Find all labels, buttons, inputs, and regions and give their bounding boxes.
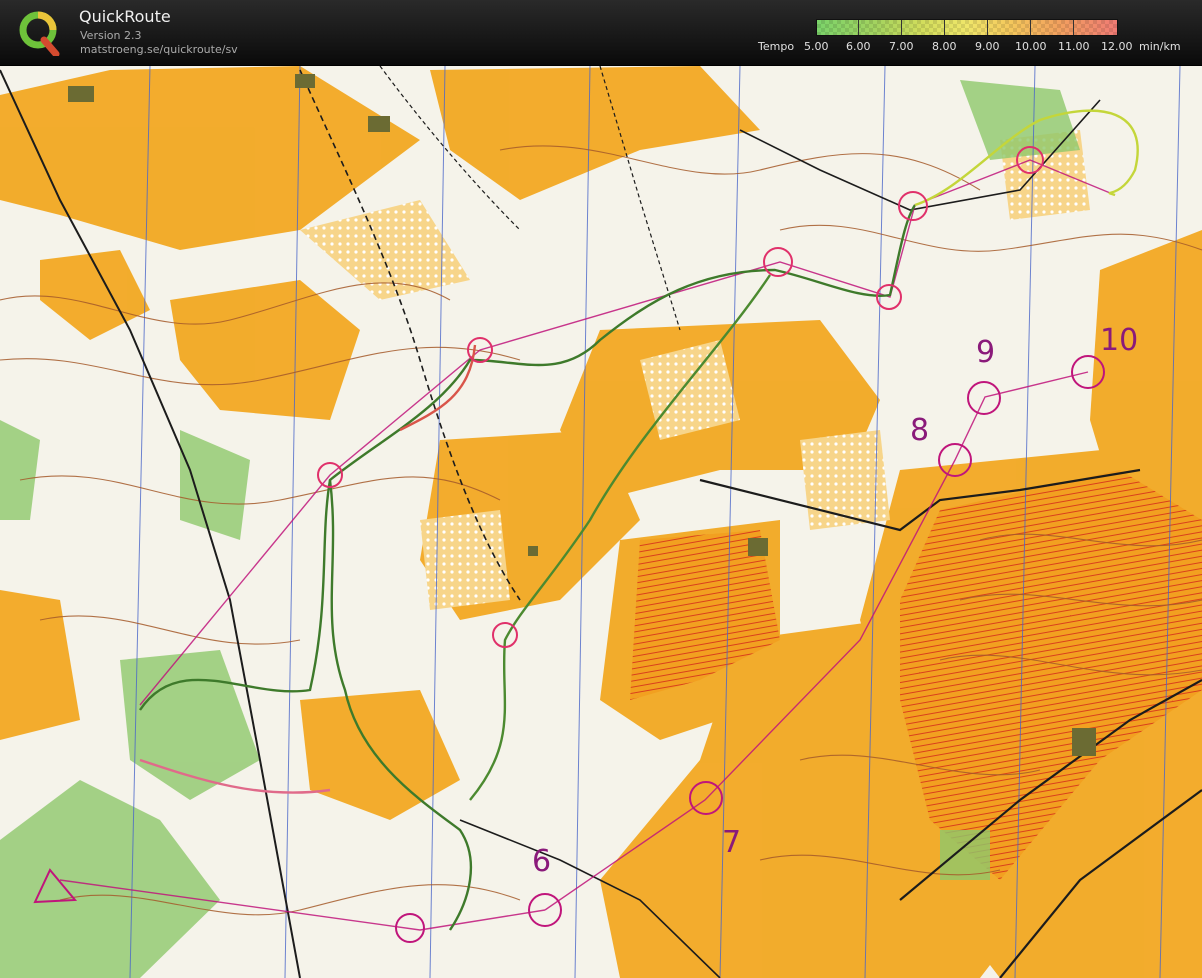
app-version: Version 2.3 [80,29,142,42]
scale-tick [901,20,902,35]
app-title: QuickRoute [79,7,171,26]
tempo-tick-label: 12.00 [1101,40,1133,53]
orienteering-map[interactable]: 6 7 8 9 10 [0,66,1202,978]
tempo-tick-label: 10.00 [1015,40,1047,53]
control-number-6: 6 [532,844,551,879]
map-canvas[interactable]: 6 7 8 9 10 [0,66,1202,978]
control-number-10: 10 [1100,323,1138,358]
scale-tick [1073,20,1074,35]
tempo-tick-label: 5.00 [804,40,829,53]
control-number-9: 9 [976,335,995,370]
scale-tick [944,20,945,35]
tempo-tick-label: 7.00 [889,40,914,53]
tempo-tick-label: 9.00 [975,40,1000,53]
app-header: QuickRoute Version 2.3 matstroeng.se/qui… [0,0,1202,66]
scale-tick [1030,20,1031,35]
tempo-tick-label: 8.00 [932,40,957,53]
control-number-8: 8 [910,413,929,448]
scale-tick [858,20,859,35]
tempo-unit: min/km [1139,40,1181,53]
tempo-label: Tempo [758,40,795,53]
tempo-tick-label: 6.00 [846,40,871,53]
control-number-7: 7 [722,825,741,860]
app-url[interactable]: matstroeng.se/quickroute/sv [80,43,238,56]
quickroute-logo-icon [16,8,62,58]
scale-tick [987,20,988,35]
tempo-tick-label: 11.00 [1058,40,1090,53]
